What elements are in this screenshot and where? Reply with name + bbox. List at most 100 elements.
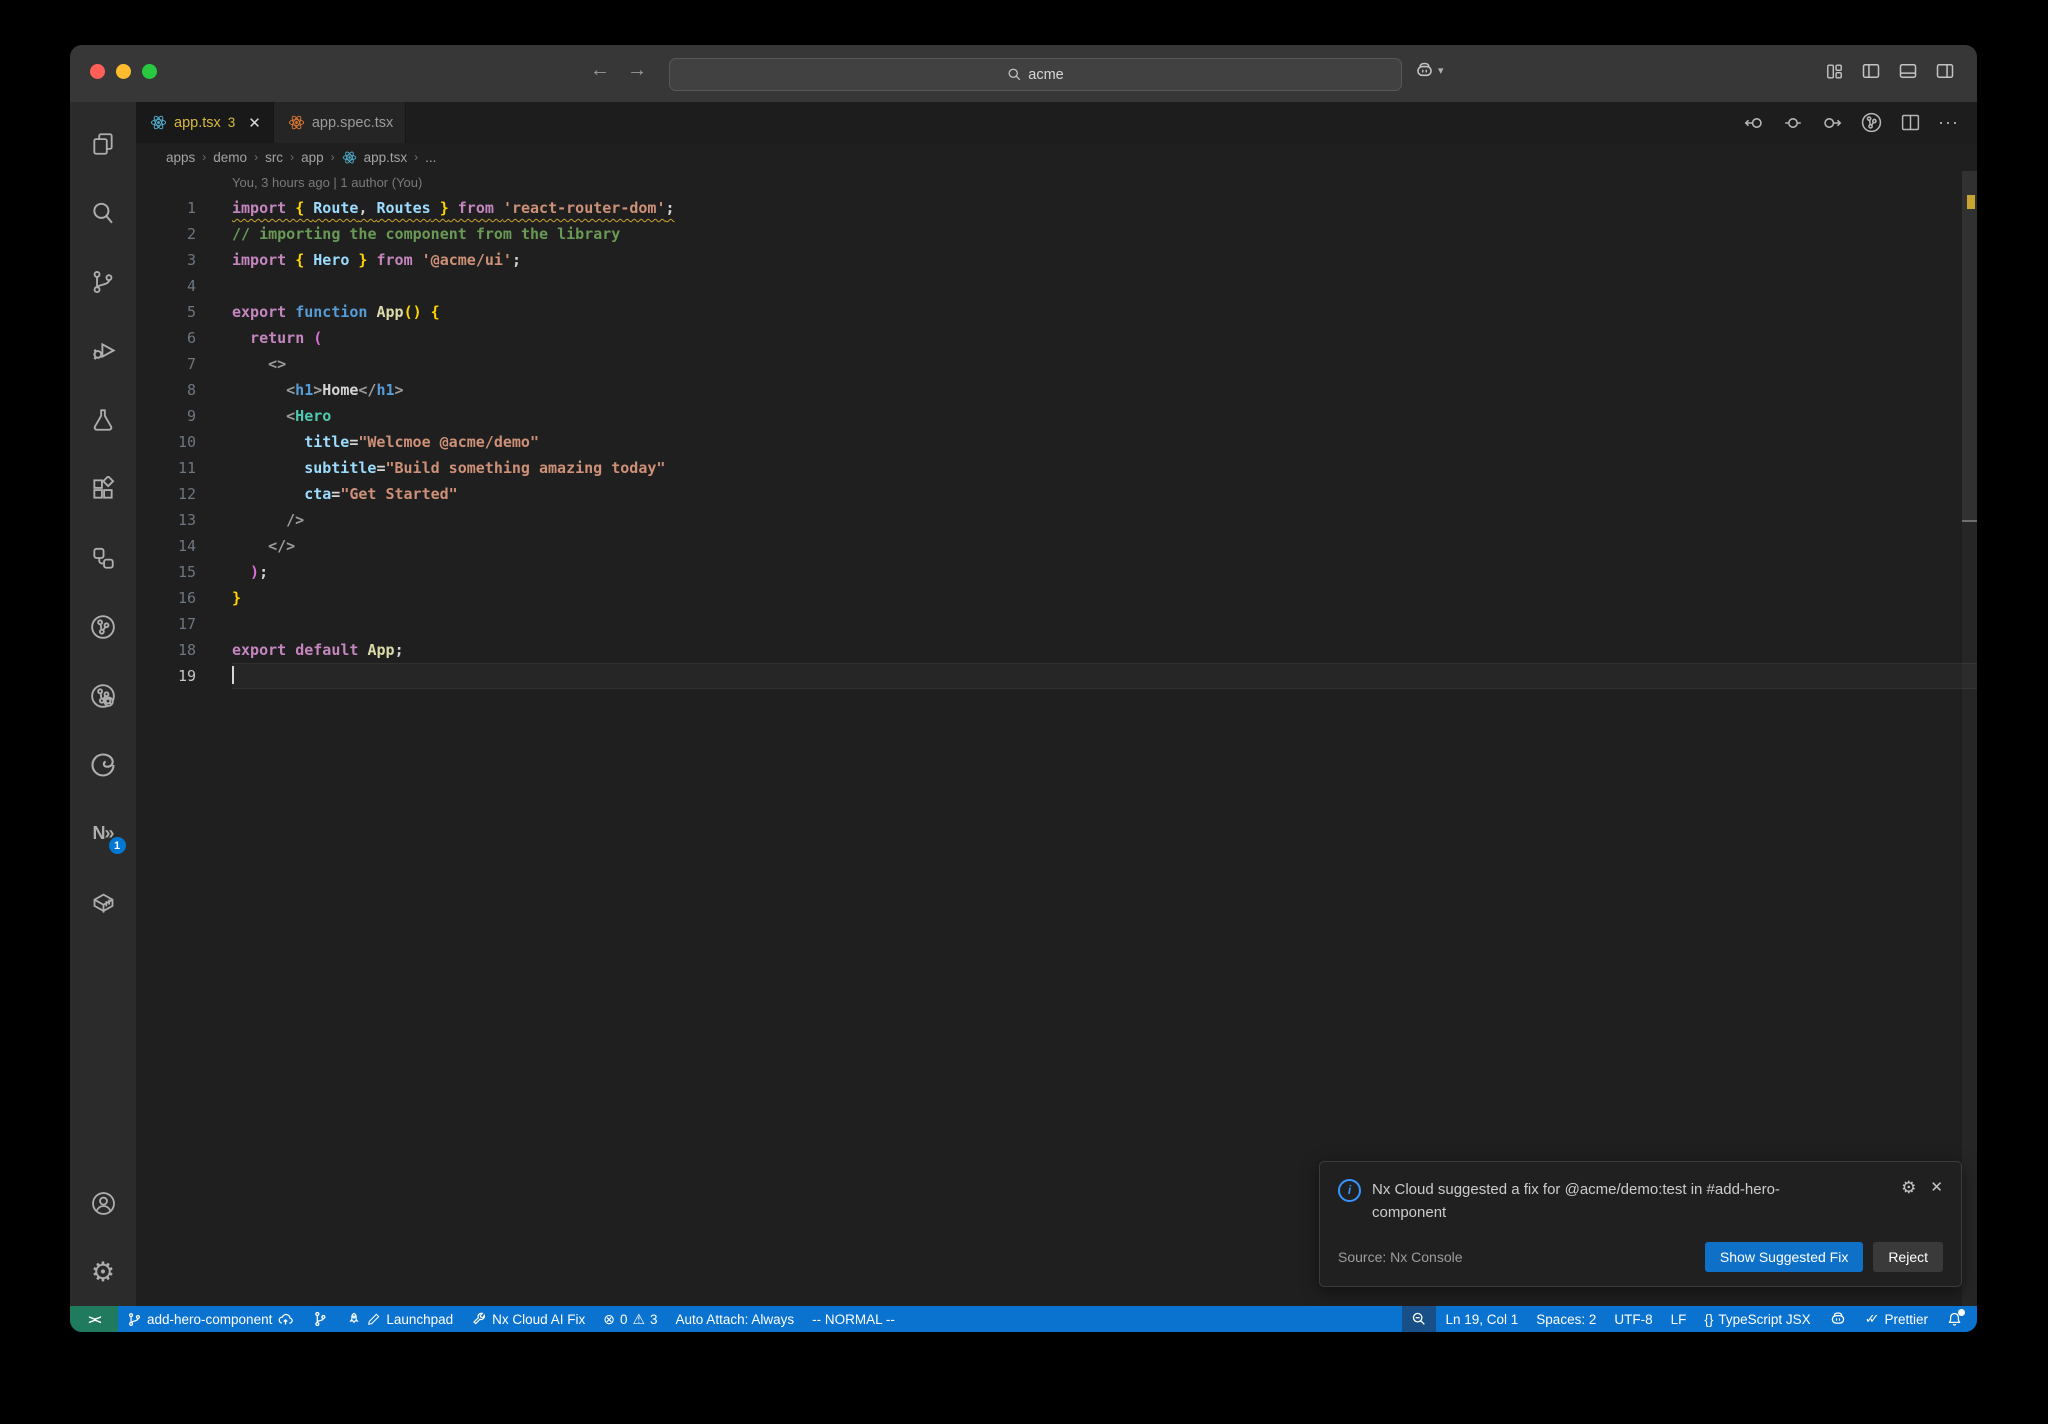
code-line[interactable]: 5 export function App() { (136, 299, 1977, 325)
breadcrumb-separator: › (202, 150, 207, 164)
copilot-menu[interactable]: ▾ (1414, 60, 1444, 81)
settings-gear-icon[interactable]: ⚙ (88, 1257, 119, 1288)
scrollbar-slider[interactable] (1962, 171, 1977, 522)
customize-layout-icon[interactable] (1825, 62, 1844, 81)
breadcrumb-item[interactable]: apps (166, 150, 195, 165)
code-line[interactable]: 18 export default App; (136, 637, 1977, 663)
tab-app-tsx[interactable]: app.tsx 3 ✕ (136, 102, 274, 143)
zoom-out-item[interactable] (1402, 1306, 1437, 1332)
source-control-icon[interactable] (88, 266, 119, 297)
code-line[interactable]: 12 cta="Get Started" (136, 481, 1977, 507)
tab-app-spec-tsx[interactable]: app.spec.tsx (273, 102, 407, 143)
breadcrumb[interactable]: apps › demo › src › app › app.tsx › ... (136, 143, 1977, 171)
close-window-button[interactable] (90, 64, 105, 79)
code-line[interactable]: 8 <h1>Home</h1> (136, 377, 1977, 403)
gitlens-blame-annotation[interactable]: You, 3 hours ago | 1 author (You) (136, 171, 1977, 195)
code-line[interactable]: 11 subtitle="Build something amazing toda… (136, 455, 1977, 481)
code-line[interactable]: 7 <> (136, 351, 1977, 377)
problems-item[interactable]: ⊗ 0 ⚠ 3 (594, 1306, 666, 1332)
commit-graph-icon[interactable] (1860, 111, 1883, 134)
copilot-icon (1414, 60, 1435, 81)
reject-button[interactable]: Reject (1873, 1242, 1943, 1272)
split-editor-icon[interactable] (1900, 112, 1921, 133)
code-line[interactable]: 1 import { Route, Routes } from 'react-ro… (136, 195, 1977, 221)
minimize-window-button[interactable] (116, 64, 131, 79)
code-line[interactable]: 13/> (136, 507, 1977, 533)
breadcrumb-item[interactable]: src (265, 150, 283, 165)
breadcrumb-item[interactable]: app.tsx (364, 150, 408, 165)
command-center-search[interactable]: acme (669, 58, 1402, 91)
nx-cloud-ai-fix-item[interactable]: Nx Cloud AI Fix (462, 1306, 594, 1332)
toggle-secondary-sidebar-icon[interactable] (1935, 61, 1955, 81)
auto-attach-item[interactable]: Auto Attach: Always (667, 1306, 804, 1332)
notifications-bell-item[interactable] (1937, 1306, 1977, 1332)
code-line[interactable]: 6 return ( (136, 325, 1977, 351)
search-icon (1007, 67, 1022, 82)
line-number: 14 (177, 537, 196, 555)
code-line[interactable]: 19 (136, 663, 1977, 689)
more-actions-icon[interactable]: ··· (1938, 112, 1959, 133)
code-line[interactable]: 9 <Hero (136, 403, 1977, 429)
toggle-primary-sidebar-icon[interactable] (1861, 61, 1881, 81)
extensions-icon[interactable] (88, 473, 119, 504)
pencil-icon (367, 1312, 381, 1326)
search-view-icon[interactable] (88, 197, 119, 228)
warning-marker (1967, 195, 1975, 209)
zoom-window-button[interactable] (142, 64, 157, 79)
launchpad-item[interactable]: Launchpad (337, 1306, 462, 1332)
testing-icon[interactable] (88, 404, 119, 435)
notification-close-icon[interactable]: ✕ (1930, 1178, 1943, 1198)
git-branch-item[interactable]: add-hero-component (118, 1306, 303, 1332)
indentation-item[interactable]: Spaces: 2 (1527, 1306, 1605, 1332)
navigate-back-icon[interactable] (1743, 112, 1765, 134)
line-number: 9 (186, 407, 196, 425)
code-line[interactable]: 16} (136, 585, 1977, 611)
language-mode-item[interactable]: {} TypeScript JSX (1695, 1306, 1819, 1332)
gitlens-icon[interactable] (88, 611, 119, 642)
edge-browser-icon[interactable] (88, 749, 119, 780)
nx-console-icon[interactable]: N» 1 (88, 818, 126, 854)
encoding-item[interactable]: UTF-8 (1605, 1306, 1661, 1332)
explorer-icon[interactable] (88, 128, 119, 159)
code-line[interactable]: 14 </> (136, 533, 1977, 559)
breadcrumb-item[interactable]: demo (213, 150, 247, 165)
eol-item[interactable]: LF (1662, 1306, 1696, 1332)
history-back-button[interactable]: ← (586, 59, 614, 82)
tab-bar: app.tsx 3 ✕ app.spec.tsx ··· (136, 102, 1977, 143)
code-line[interactable]: 10 title="Welcmoe @acme/demo" (136, 429, 1977, 455)
code-editor[interactable]: You, 3 hours ago | 1 author (You) 1 impor… (136, 171, 1977, 1306)
code-line[interactable]: 2// importing the component from the lib… (136, 221, 1977, 247)
toggle-panel-icon[interactable] (1898, 61, 1918, 81)
commit-graph-item[interactable] (303, 1306, 337, 1332)
navigate-forward-icon[interactable] (1821, 112, 1843, 134)
line-number: 1 (186, 199, 196, 217)
history-forward-button[interactable]: → (623, 59, 651, 82)
containers-icon[interactable] (88, 887, 119, 918)
copilot-status-item[interactable] (1820, 1306, 1856, 1332)
accounts-icon[interactable] (88, 1188, 119, 1219)
nx-badge: 1 (108, 837, 126, 854)
code-line[interactable]: 4 (136, 273, 1977, 299)
show-suggested-fix-button[interactable]: Show Suggested Fix (1704, 1242, 1864, 1272)
scrollbar[interactable] (1962, 171, 1977, 1306)
line-number: 16 (177, 589, 196, 607)
code-line[interactable]: 17 (136, 611, 1977, 637)
navigate-current-icon[interactable] (1782, 112, 1804, 134)
code-line[interactable]: 15); (136, 559, 1977, 585)
code-line[interactable]: 3 import { Hero } from '@acme/ui'; (136, 247, 1977, 273)
line-number: 17 (177, 615, 196, 633)
notification-settings-gear-icon[interactable]: ⚙ (1901, 1178, 1916, 1198)
double-check-icon: ✓✓ (1864, 1311, 1880, 1326)
remote-indicator[interactable]: >< (70, 1306, 118, 1332)
project-graph-icon[interactable] (88, 542, 119, 573)
vim-mode-item[interactable]: -- NORMAL -- (803, 1306, 904, 1332)
braces-icon: {} (1704, 1311, 1714, 1327)
gitlens-inspect-icon[interactable] (88, 680, 119, 711)
breadcrumb-item[interactable]: app (301, 150, 324, 165)
run-debug-icon[interactable] (88, 335, 119, 366)
line-number: 6 (186, 329, 196, 347)
breadcrumb-item[interactable]: ... (425, 150, 436, 165)
formatter-item[interactable]: ✓✓ Prettier (1856, 1306, 1937, 1332)
cursor-position-item[interactable]: Ln 19, Col 1 (1436, 1306, 1527, 1332)
close-tab-icon[interactable]: ✕ (248, 114, 261, 132)
